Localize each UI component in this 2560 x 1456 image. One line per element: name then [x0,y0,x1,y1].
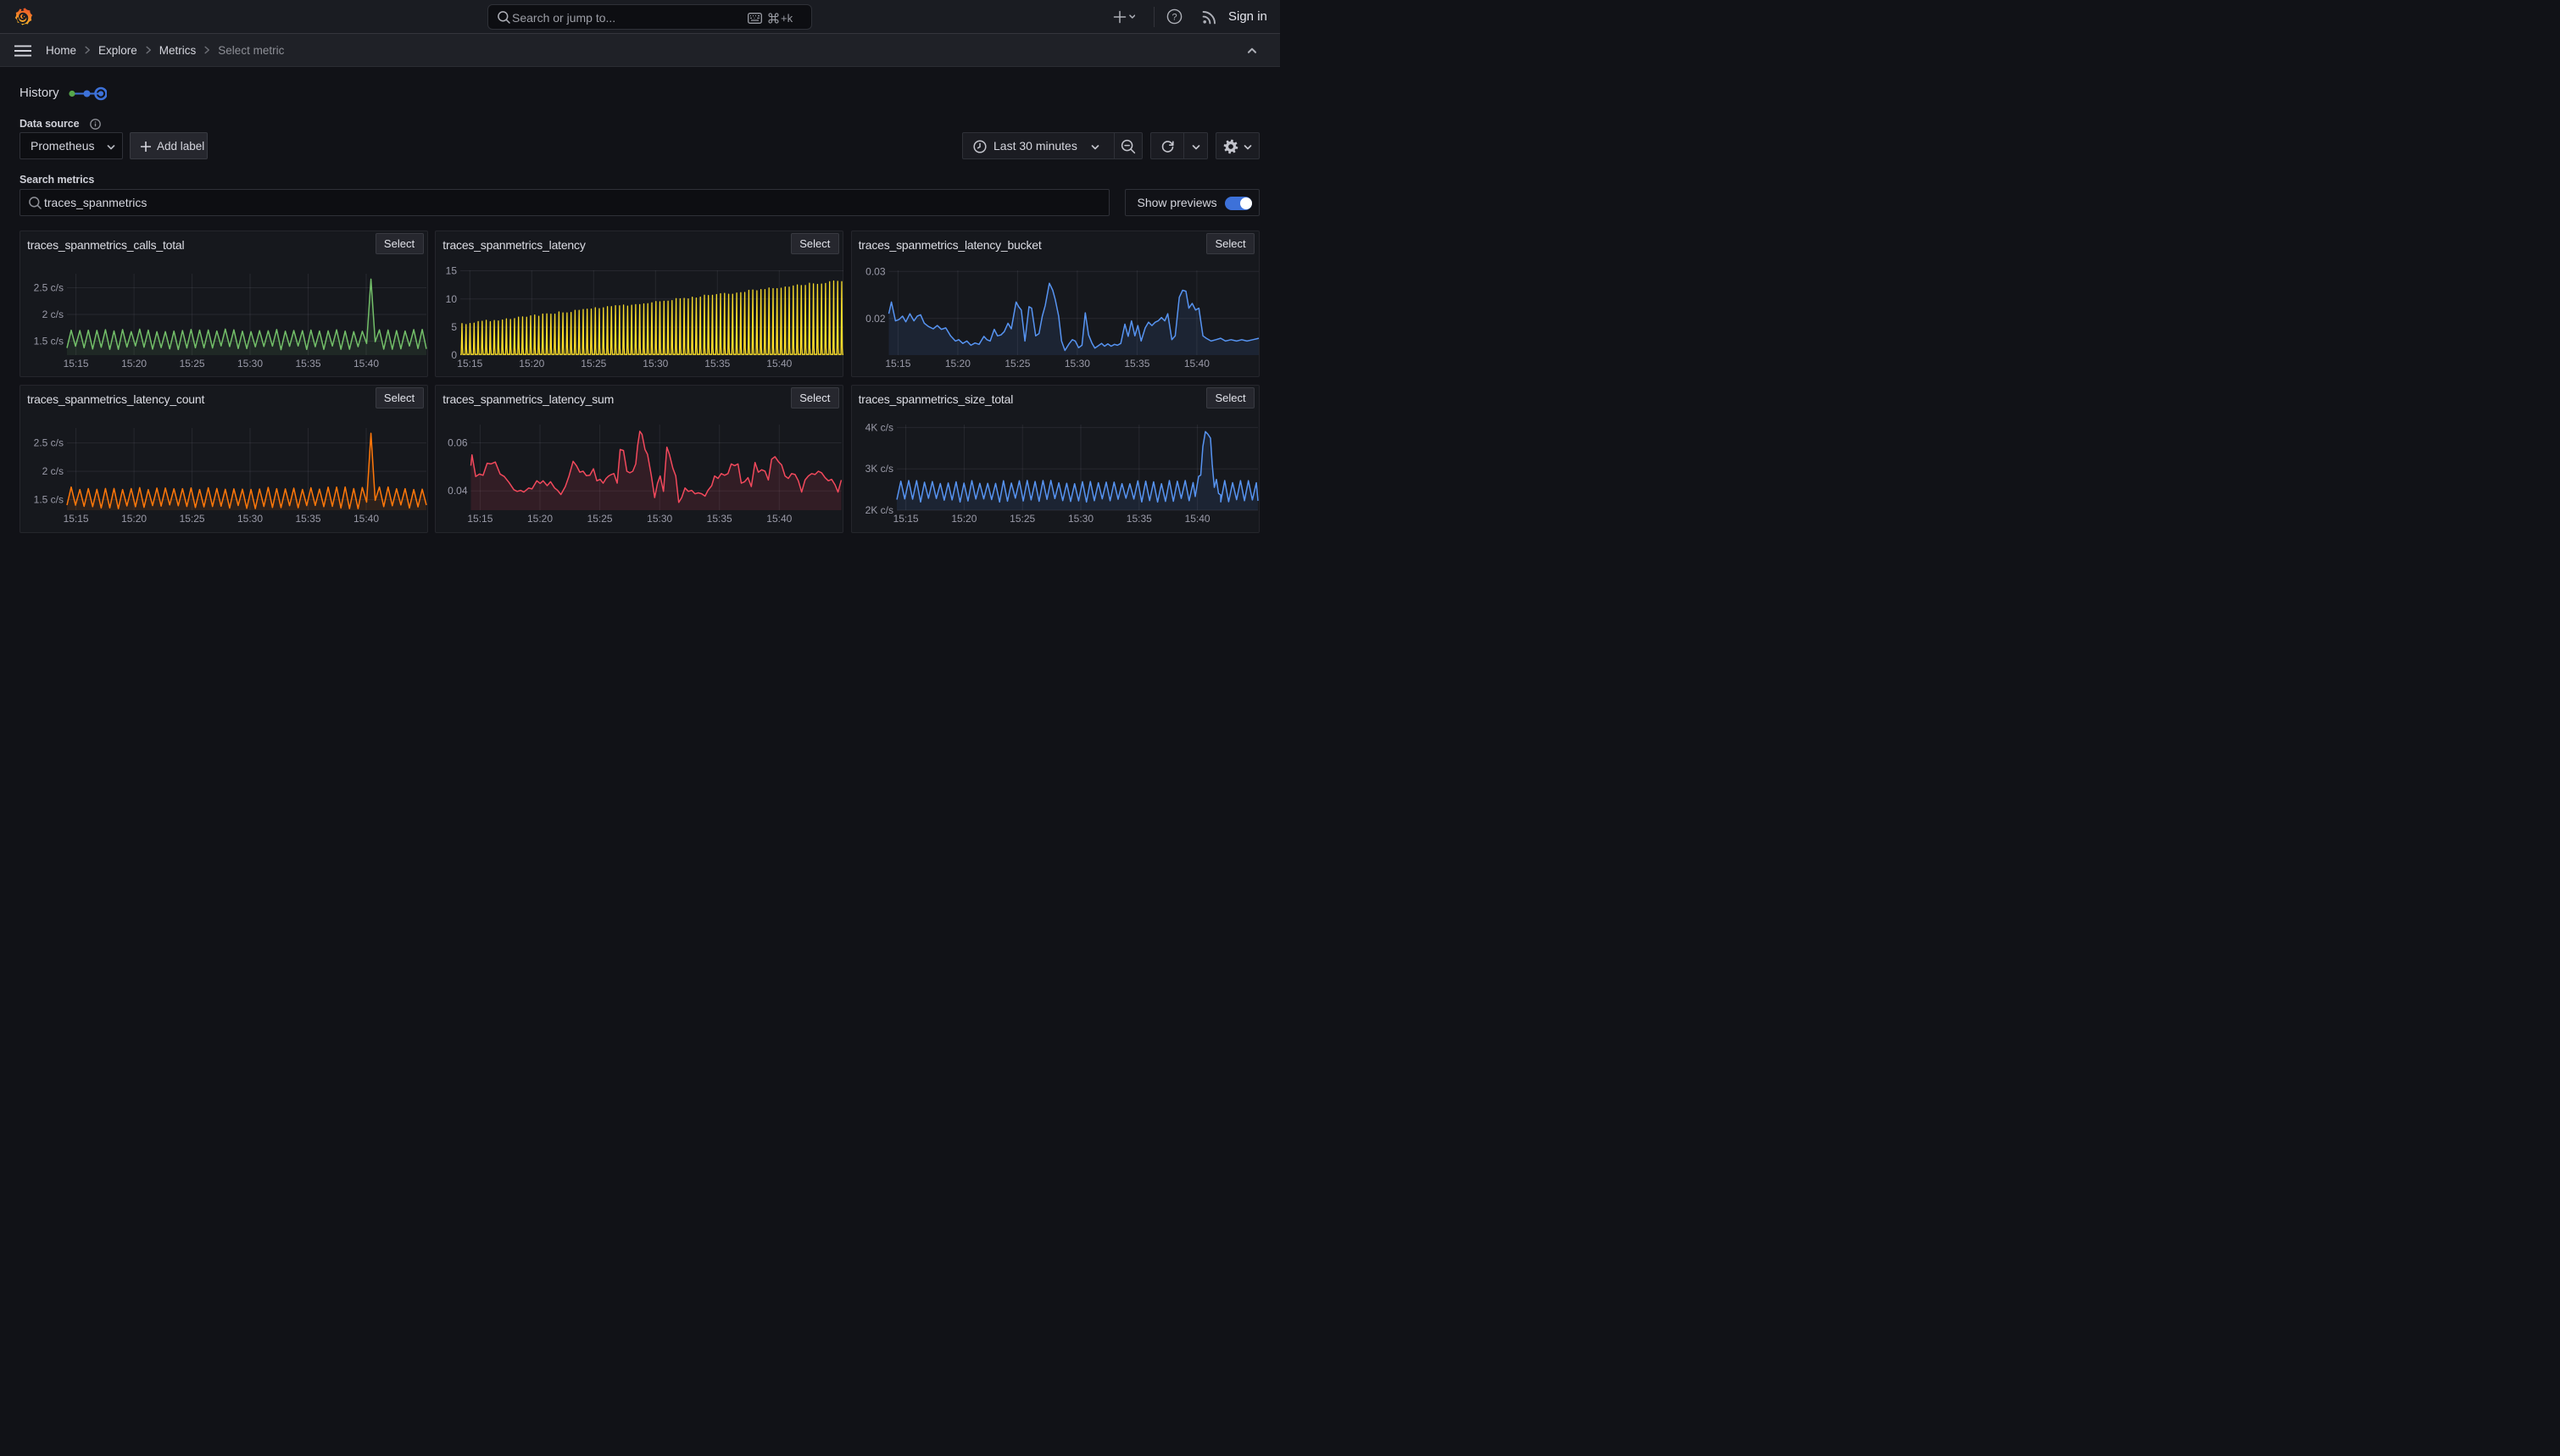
svg-text:2 c/s: 2 c/s [42,465,64,477]
svg-text:15:15: 15:15 [64,513,89,525]
svg-text:15:30: 15:30 [643,358,669,370]
svg-text:15:25: 15:25 [587,513,613,525]
svg-text:15:40: 15:40 [353,513,379,525]
svg-text:15:25: 15:25 [180,358,205,370]
svg-text:10: 10 [446,292,458,304]
svg-text:15: 15 [446,264,458,276]
svg-text:15:15: 15:15 [458,358,483,370]
svg-text:15:15: 15:15 [885,358,910,370]
svg-text:15:35: 15:35 [1124,358,1149,370]
svg-text:15:30: 15:30 [237,358,263,370]
svg-text:0: 0 [452,349,458,361]
svg-text:15:30: 15:30 [237,513,263,525]
svg-text:15:25: 15:25 [582,358,607,370]
svg-text:?: ? [1171,12,1177,22]
svg-text:2.5 c/s: 2.5 c/s [34,436,64,448]
svg-text:15:35: 15:35 [707,513,732,525]
svg-text:15:15: 15:15 [64,358,89,370]
svg-text:15:40: 15:40 [767,358,793,370]
svg-text:15:30: 15:30 [647,513,672,525]
svg-text:1.5 c/s: 1.5 c/s [34,493,64,505]
svg-text:15:20: 15:20 [944,358,970,370]
svg-text:0.04: 0.04 [448,485,468,497]
svg-text:15:40: 15:40 [767,513,793,525]
svg-text:15:15: 15:15 [468,513,493,525]
svg-text:15:35: 15:35 [295,513,320,525]
svg-text:0.03: 0.03 [865,265,886,277]
svg-text:15:25: 15:25 [1010,513,1035,525]
svg-text:15:15: 15:15 [893,513,918,525]
svg-text:15:30: 15:30 [1064,358,1089,370]
svg-text:0.06: 0.06 [448,436,468,448]
svg-text:15:20: 15:20 [121,513,147,525]
svg-text:15:35: 15:35 [1126,513,1151,525]
svg-text:4K c/s: 4K c/s [865,421,893,433]
svg-text:5: 5 [452,321,458,333]
svg-text:15:25: 15:25 [180,513,205,525]
svg-text:15:25: 15:25 [1005,358,1030,370]
svg-text:15:20: 15:20 [121,358,147,370]
svg-text:2K c/s: 2K c/s [865,504,893,516]
svg-text:15:20: 15:20 [520,358,545,370]
svg-text:2 c/s: 2 c/s [42,308,64,320]
svg-text:15:40: 15:40 [353,358,379,370]
svg-text:0.02: 0.02 [865,312,886,324]
svg-text:15:30: 15:30 [1068,513,1094,525]
svg-text:15:20: 15:20 [527,513,553,525]
svg-text:3K c/s: 3K c/s [865,463,893,475]
svg-text:2.5 c/s: 2.5 c/s [34,281,64,293]
svg-text:15:40: 15:40 [1184,513,1210,525]
svg-text:15:35: 15:35 [705,358,731,370]
svg-text:15:20: 15:20 [951,513,977,525]
svg-text:15:35: 15:35 [295,358,320,370]
svg-text:15:40: 15:40 [1183,358,1209,370]
svg-text:1.5 c/s: 1.5 c/s [34,335,64,347]
